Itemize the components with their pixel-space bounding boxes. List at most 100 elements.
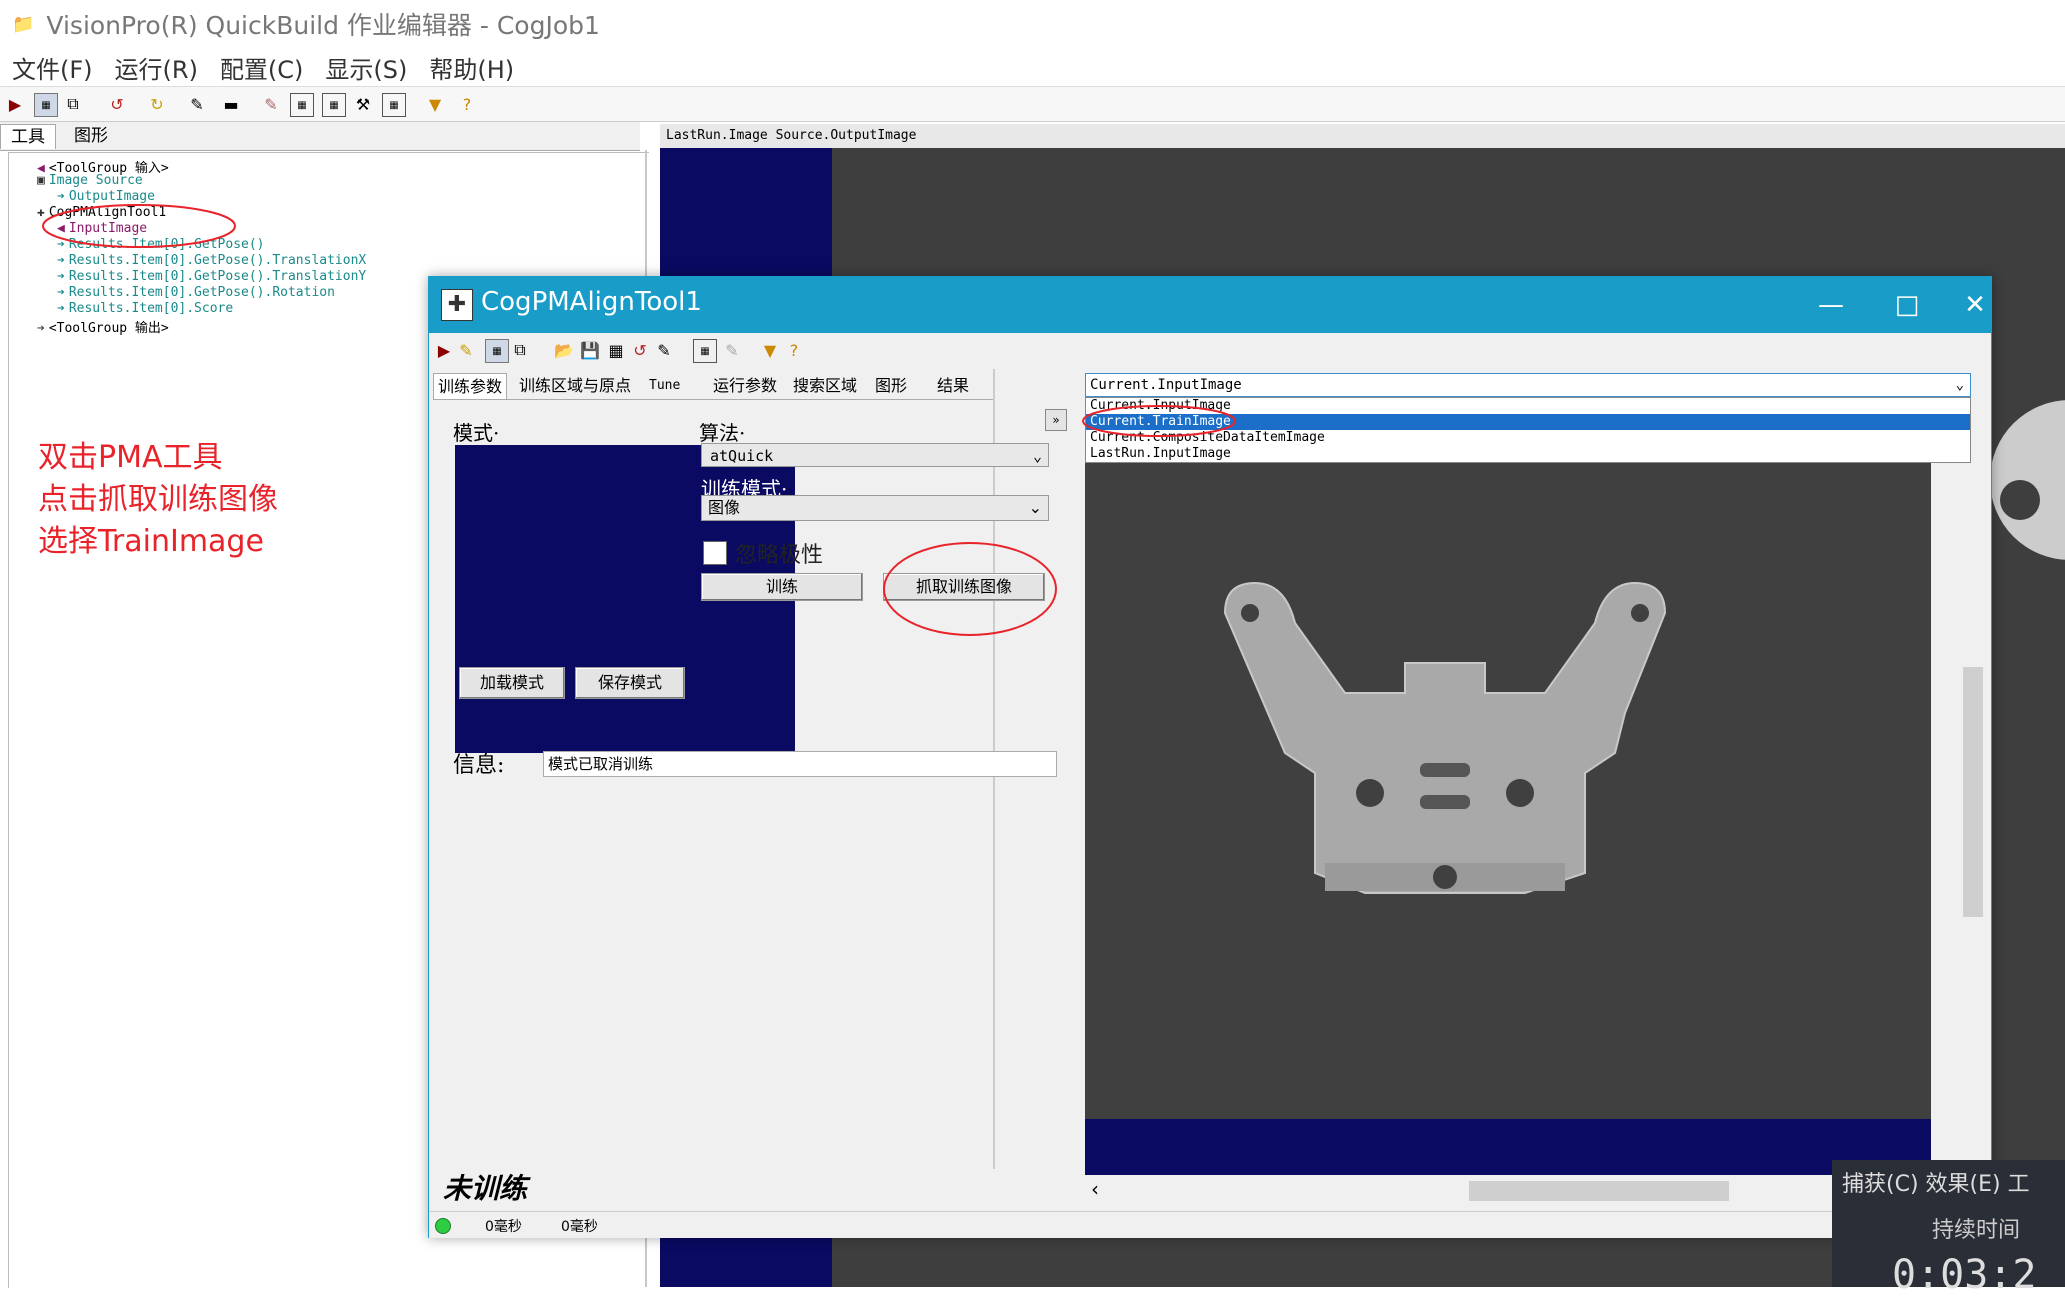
train-mode-select[interactable]: 图像 ⌄ <box>701 495 1049 521</box>
edit-icon[interactable]: ✎ <box>186 93 208 115</box>
left-panel-tabs: 工具 图形 <box>0 122 640 151</box>
help-icon[interactable]: ? <box>783 339 805 361</box>
pmalign-icon: ✚ <box>441 289 473 321</box>
tree-node-translation-x[interactable]: ➔ Results.Item[0].GetPose().TranslationX <box>57 253 366 268</box>
app-icon: 📁 <box>12 13 35 35</box>
table-icon[interactable]: ▦ <box>322 93 346 117</box>
annotation-line-1: 双击PMA工具 <box>38 440 223 475</box>
tab-run-params[interactable]: 运行参数 <box>709 373 781 398</box>
image-source-combo[interactable]: Current.InputImage ⌄ <box>1085 373 1971 397</box>
tab-graphics[interactable]: 图形 <box>64 124 118 148</box>
run-icon[interactable]: ▶ <box>4 93 26 115</box>
algorithm-value: atQuick <box>710 447 774 465</box>
open-icon[interactable]: 📂 <box>553 339 575 361</box>
tab-results[interactable]: 结果 <box>933 373 973 398</box>
arrow-right-icon: ➔ <box>37 321 45 336</box>
recorder-menu[interactable]: 捕获(C) 效果(E) 工 <box>1842 1166 2030 1198</box>
stop-icon[interactable]: ▬ <box>220 93 242 115</box>
close-icon[interactable]: ✕ <box>1955 285 1995 325</box>
display-icon[interactable]: ▦ <box>290 93 314 117</box>
dialog-tabs: 训练参数 训练区域与原点 Tune 运行参数 搜索区域 图形 结果 <box>433 373 993 400</box>
import-icon[interactable]: ↺ <box>629 339 651 361</box>
menu-config[interactable]: 配置(C) <box>218 50 305 85</box>
tab-train-region[interactable]: 训练区域与原点 <box>515 373 635 398</box>
table-icon[interactable]: ▦ <box>693 339 717 363</box>
load-pattern-button[interactable]: 加载模式 <box>459 667 565 699</box>
ruler-icon[interactable]: ▼ <box>424 93 446 115</box>
annotation-ellipse <box>42 204 236 248</box>
tab-graphics[interactable]: 图形 <box>871 373 911 398</box>
menu-help[interactable]: 帮助(H) <box>427 50 516 85</box>
help-icon[interactable]: ? <box>456 93 478 115</box>
save-pattern-button[interactable]: 保存模式 <box>575 667 685 699</box>
recorder-duration-label: 持续时间 <box>1932 1218 2021 1243</box>
algorithm-label: 算法· <box>699 421 746 445</box>
menu-file[interactable]: 文件(F) <box>10 50 95 85</box>
tab-train-params[interactable]: 训练参数 <box>433 373 508 399</box>
menu-run[interactable]: 运行(R) <box>113 50 200 85</box>
bracket-part-image <box>1223 581 1667 894</box>
image-display-icon[interactable]: ▦ <box>485 339 509 363</box>
dialog-title-bar[interactable]: ✚ CogPMAlignTool1 — □ ✕ <box>429 277 1991 333</box>
ignore-polarity-checkbox[interactable] <box>703 541 727 565</box>
edit-icon[interactable]: ✎ <box>455 339 477 361</box>
status-led-icon <box>435 1218 451 1234</box>
chevron-left-icon[interactable]: ‹ <box>1091 1177 1099 1201</box>
dialog-image-canvas[interactable] <box>1085 463 1931 1119</box>
status-time-1: 0毫秒 <box>485 1219 522 1235</box>
tree-node-rotation[interactable]: ➔ Results.Item[0].GetPose().Rotation <box>57 285 335 300</box>
annotation-ellipse <box>883 542 1057 636</box>
tab-tools[interactable]: 工具 <box>0 124 56 149</box>
refresh-icon[interactable]: ↻ <box>146 93 168 115</box>
chevron-down-icon: ⌄ <box>1028 498 1042 517</box>
horizontal-scroll-thumb[interactable] <box>1469 1181 1729 1201</box>
arrow-right-icon: ➔ <box>57 285 65 300</box>
maximize-icon[interactable]: □ <box>1887 285 1927 325</box>
minimize-icon[interactable]: — <box>1811 285 1851 325</box>
expand-icon[interactable]: » <box>1045 409 1067 431</box>
tree-node-score[interactable]: ➔ Results.Item[0].Score <box>57 301 233 316</box>
ignore-polarity-label: 忽略极性 <box>735 543 824 568</box>
menu-view[interactable]: 显示(S) <box>323 50 409 85</box>
notes-icon[interactable]: ✎ <box>260 93 282 115</box>
camera-icon: ▣ <box>37 173 45 188</box>
dialog-status-bar: 0毫秒 0毫秒 <box>429 1211 1991 1238</box>
vertical-scroll-thumb[interactable] <box>1963 667 1983 917</box>
import-icon[interactable]: ↺ <box>106 93 128 115</box>
brush-icon[interactable]: ✎ <box>653 339 675 361</box>
run-icon[interactable]: ▶ <box>433 339 455 361</box>
disabled-edit-icon[interactable]: ✎ <box>721 339 743 361</box>
tools-icon[interactable]: ⚒ <box>352 93 374 115</box>
tab-tune[interactable]: Tune <box>645 373 684 398</box>
train-mode-value: 图像 <box>708 498 741 517</box>
recorder-duration-time: 0:03:2 <box>1892 1252 2037 1298</box>
recorder-overlay: 捕获(C) 效果(E) 工 持续时间 0:03:2 <box>1832 1160 2065 1298</box>
arrow-right-icon: ➔ <box>57 301 65 316</box>
tree-node-image-source[interactable]: ▣ Image Source <box>37 173 143 188</box>
save-icon[interactable]: 💾 <box>579 339 601 361</box>
tree-node-translation-y[interactable]: ➔ Results.Item[0].GetPose().TranslationY <box>57 269 366 284</box>
menu-bar: 文件(F) 运行(R) 配置(C) 显示(S) 帮助(H) <box>0 48 2065 86</box>
chevron-down-icon: ⌄ <box>1032 447 1042 465</box>
image-display-icon[interactable]: ▦ <box>34 93 58 117</box>
train-button[interactable]: 训练 <box>701 573 863 601</box>
tab-search-region[interactable]: 搜索区域 <box>789 373 861 398</box>
terminal-icon[interactable]: ▦ <box>382 93 406 117</box>
annotation-line-2: 点击抓取训练图像 <box>38 482 278 517</box>
option-lastrun-input-image[interactable]: LastRun.InputImage <box>1086 446 1970 462</box>
tree-node-toolgroup-output[interactable]: ➔ <ToolGroup 输出> <box>37 317 169 336</box>
algorithm-select[interactable]: atQuick ⌄ <box>701 443 1049 467</box>
settings-icon[interactable]: ▦ <box>605 339 627 361</box>
image-view-header: LastRun.Image Source.OutputImage <box>660 124 2065 148</box>
pmalign-dialog: ✚ CogPMAlignTool1 — □ ✕ ▶ ✎ ▦ ⧉ 📂 💾 ▦ ↺ … <box>428 276 1992 1238</box>
main-toolbar: ▶ ▦ ⧉ ↺ ↻ ✎ ▬ ✎ ▦ ▦ ⚒ ▦ ▼ ? <box>0 86 2065 122</box>
copy-icon[interactable]: ⧉ <box>62 93 84 115</box>
image-part-hole <box>2000 480 2040 520</box>
train-status: 未训练 <box>443 1172 528 1205</box>
copy-icon[interactable]: ⧉ <box>509 339 531 361</box>
annotation-line-3: 选择TrainImage <box>38 524 264 559</box>
status-time-2: 0毫秒 <box>561 1219 598 1235</box>
ruler-icon[interactable]: ▼ <box>759 339 781 361</box>
image-source-value: Current.InputImage <box>1090 377 1242 393</box>
annotation-ellipse <box>1082 405 1236 437</box>
